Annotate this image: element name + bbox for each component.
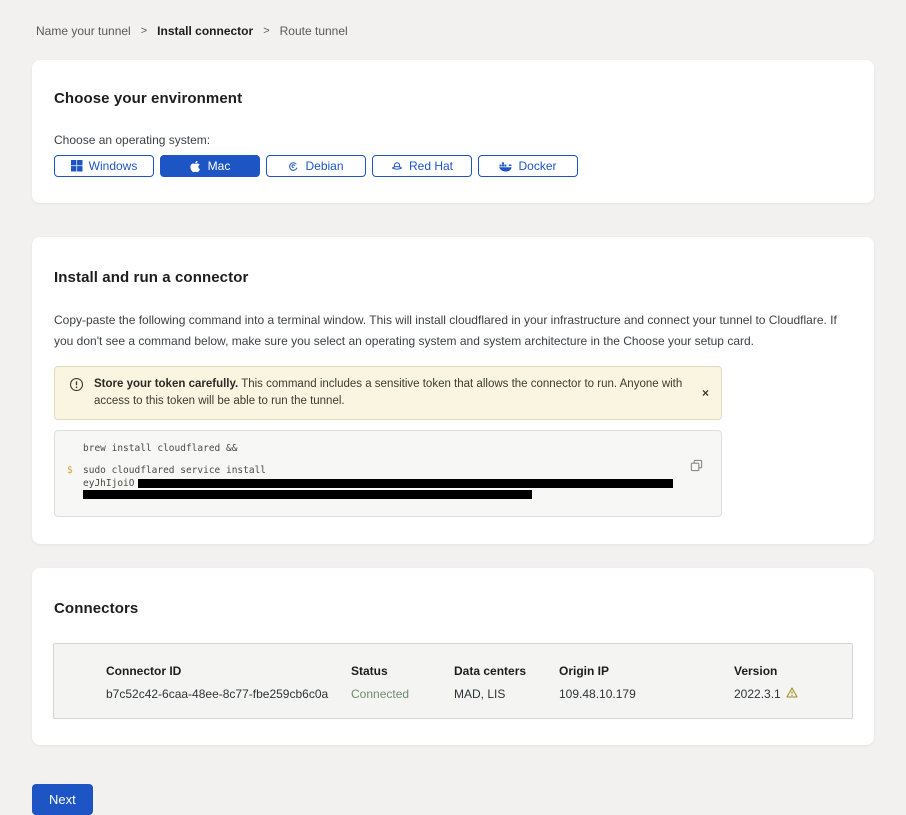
code-line-brew: brew install cloudflared &&	[83, 442, 705, 456]
redacted-token-bar	[83, 490, 532, 499]
warning-text: Store your token carefully. This command…	[94, 376, 709, 410]
debian-icon	[288, 161, 299, 172]
table-row: b7c52c42-6caa-48ee-8c77-fbe259cb6c0a Con…	[106, 687, 842, 701]
connectors-card-title: Connectors	[54, 600, 853, 617]
choose-environment-card: Choose your environment Choose an operat…	[32, 60, 874, 203]
breadcrumb-item-install-connector[interactable]: Install connector	[157, 24, 253, 38]
os-button-label: Red Hat	[409, 159, 453, 173]
os-button-redhat[interactable]: Red Hat	[372, 155, 472, 177]
close-icon[interactable]: ×	[700, 385, 711, 401]
docker-icon	[499, 161, 512, 172]
breadcrumb-item-name-your-tunnel[interactable]: Name your tunnel	[36, 24, 131, 38]
version-value: 2022.3.1	[734, 687, 842, 701]
connectors-table-header: Connector ID Status Data centers Origin …	[106, 664, 842, 678]
install-command-code-block: brew install cloudflared && $ sudo cloud…	[54, 430, 722, 517]
os-button-mac[interactable]: Mac	[160, 155, 260, 177]
code-command: $ sudo cloudflared service install eyJhI…	[67, 464, 705, 503]
breadcrumb-separator: >	[141, 25, 147, 37]
next-button[interactable]: Next	[32, 784, 93, 815]
header-version: Version	[734, 664, 842, 678]
header-origin-ip: Origin IP	[559, 664, 734, 678]
os-button-label: Windows	[89, 159, 138, 173]
os-button-label: Mac	[208, 159, 231, 173]
breadcrumb-separator: >	[263, 25, 269, 37]
environment-card-title: Choose your environment	[54, 90, 852, 107]
copy-icon[interactable]	[688, 457, 705, 477]
install-card-title: Install and run a connector	[54, 269, 846, 286]
breadcrumb: Name your tunnel > Install connector > R…	[0, 0, 906, 38]
os-button-debian[interactable]: Debian	[266, 155, 366, 177]
token-prefix: eyJhIjoiO	[83, 477, 134, 490]
header-connector-id: Connector ID	[106, 664, 351, 678]
apple-icon	[190, 160, 202, 173]
data-centers-value: MAD, LIS	[454, 687, 559, 701]
connectors-table: Connector ID Status Data centers Origin …	[53, 643, 853, 719]
origin-ip-value: 109.48.10.179	[559, 687, 734, 701]
os-button-label: Docker	[518, 159, 556, 173]
redacted-token-bar	[138, 479, 673, 488]
header-data-centers: Data centers	[454, 664, 559, 678]
install-connector-card: Install and run a connector Copy-paste t…	[32, 237, 874, 544]
os-button-windows[interactable]: Windows	[54, 155, 154, 177]
token-warning-banner: Store your token carefully. This command…	[54, 366, 722, 420]
os-button-group: Windows Mac Debian Red Hat Docker	[54, 155, 852, 177]
windows-icon	[71, 160, 83, 172]
terminal-prompt: $	[67, 464, 83, 503]
install-card-description: Copy-paste the following command into a …	[54, 310, 846, 352]
os-button-label: Debian	[305, 159, 343, 173]
os-select-label: Choose an operating system:	[54, 133, 852, 147]
tunnel-setup-page: Name your tunnel > Install connector > R…	[0, 0, 906, 740]
connectors-card: Connectors Connector ID Status Data cent…	[32, 568, 874, 745]
code-line-sudo: sudo cloudflared service install	[83, 464, 705, 477]
breadcrumb-item-route-tunnel[interactable]: Route tunnel	[280, 24, 348, 38]
header-status: Status	[351, 664, 454, 678]
connector-id-value: b7c52c42-6caa-48ee-8c77-fbe259cb6c0a	[106, 687, 351, 701]
warning-triangle-icon	[786, 687, 798, 701]
redhat-icon	[391, 160, 403, 172]
os-button-docker[interactable]: Docker	[478, 155, 578, 177]
status-badge: Connected	[351, 687, 454, 701]
info-circle-icon	[69, 376, 84, 398]
